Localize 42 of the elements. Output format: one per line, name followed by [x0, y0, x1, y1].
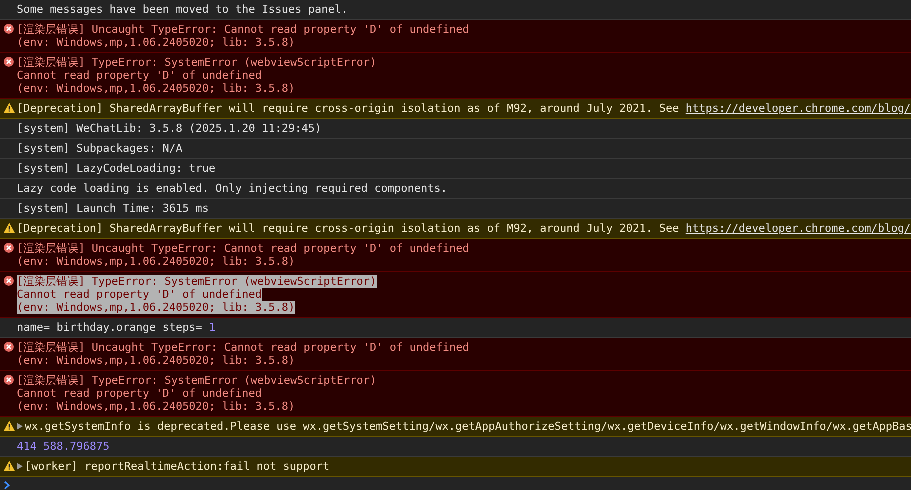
error-icon — [4, 243, 14, 253]
message-text: Cannot read property 'D' of undefined — [17, 69, 262, 82]
message-text: (env: Windows,mp,1.06.2405020; lib: 3.5.8) — [17, 82, 296, 95]
message-text: (env: Windows,mp,1.06.2405020; lib: 3.5.8) — [17, 301, 296, 314]
error-icon — [4, 342, 14, 352]
error-icon — [4, 24, 14, 34]
message-text: [system] Launch Time: 3615 ms — [17, 202, 210, 215]
message-text: Some messages have been moved to the Issues panel. — [17, 3, 348, 16]
error-icon — [4, 57, 14, 67]
message-text: Lazy code loading is enabled. Only injecting required components. — [17, 182, 448, 195]
warning-icon — [4, 223, 15, 233]
message-text: wx.getSystemInfo is deprecated.Please use wx.getSystemSetting/wx.getAppAuthorizeSetting/wx.getDeviceInfo/wx.getWindowInfo/wx.getAppBas — [25, 420, 911, 433]
message-text: [system] LazyCodeLoading: true — [17, 162, 216, 175]
message-text: [Deprecation] SharedArrayBuffer will require cross-origin isolation as of M92, around July 2021. See https://developer.chrome.com/blog/ — [17, 102, 911, 115]
warning-icon — [4, 103, 15, 113]
message-text: (env: Windows,mp,1.06.2405020; lib: 3.5.8) — [17, 400, 296, 413]
message-text: Cannot read property 'D' of undefined — [17, 387, 262, 400]
link[interactable]: https://developer.chrome.com/blog/ — [686, 102, 911, 115]
message-text: [渲染层错误] Uncaught TypeError: Cannot read property 'D' of undefined — [17, 341, 470, 354]
message-text: Cannot read property 'D' of undefined — [17, 288, 262, 301]
message-text: (env: Windows,mp,1.06.2405020; lib: 3.5.8) — [17, 36, 296, 49]
message-text: [system] Subpackages: N/A — [17, 142, 183, 155]
message-text: [渲染层错误] TypeError: SystemError (webviewScriptError) — [17, 374, 377, 387]
message-text: [渲染层错误] TypeError: SystemError (webviewScriptError) — [17, 275, 377, 288]
message-text: 414 588.796875 — [17, 440, 110, 453]
warning-icon — [4, 461, 15, 471]
message-text: [渲染层错误] Uncaught TypeError: Cannot read property 'D' of undefined — [17, 23, 470, 36]
error-icon — [4, 276, 14, 286]
warning-icon — [4, 421, 15, 431]
expand-triangle-icon[interactable] — [17, 463, 23, 470]
message-text: [Deprecation] SharedArrayBuffer will require cross-origin isolation as of M92, around July 2021. See https://developer.chrome.com/blog/ — [17, 222, 911, 235]
message-text: [worker] reportRealtimeAction:fail not support — [25, 460, 330, 473]
message-text: name= birthday.orange steps= 1 — [17, 321, 216, 334]
message-text: (env: Windows,mp,1.06.2405020; lib: 3.5.8) — [17, 255, 296, 268]
prompt-icon[interactable] — [4, 481, 11, 490]
message-text: [渲染层错误] Uncaught TypeError: Cannot read property 'D' of undefined — [17, 242, 470, 255]
message-text: [渲染层错误] TypeError: SystemError (webviewScriptError) — [17, 56, 377, 69]
expand-triangle-icon[interactable] — [17, 423, 23, 430]
message-text: [system] WeChatLib: 3.5.8 (2025.1.20 11:29:45) — [17, 122, 322, 135]
link[interactable]: https://developer.chrome.com/blog/ — [686, 222, 911, 235]
message-text: (env: Windows,mp,1.06.2405020; lib: 3.5.8) — [17, 354, 296, 367]
error-icon — [4, 375, 14, 385]
